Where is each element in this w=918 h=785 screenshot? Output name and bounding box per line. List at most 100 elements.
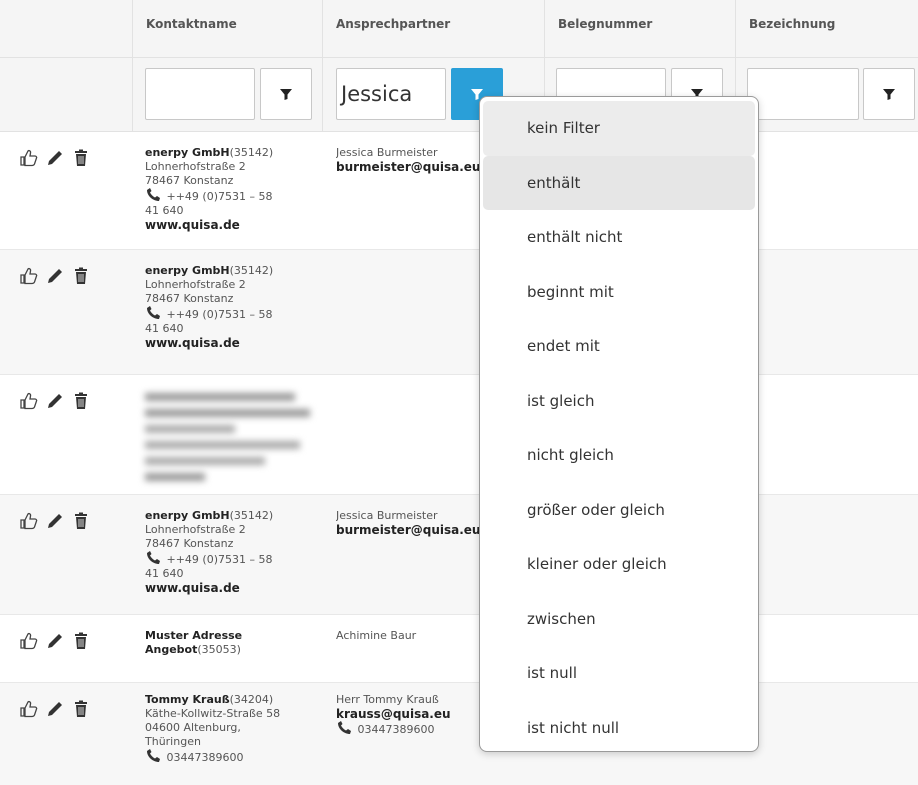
company-name[interactable]: enerpy GmbH (145, 264, 230, 277)
phone-number-cont: 41 640 (145, 322, 184, 335)
city: 78467 Konstanz (145, 292, 234, 305)
contact-cell: Muster Adresse Angebot(35053) (145, 629, 315, 657)
grid-header: Kontaktname Ansprechpartner Belegnummer … (0, 0, 918, 58)
filter-input-ansprechpartner[interactable]: Jessica (336, 68, 446, 120)
column-header-kontaktname[interactable]: Kontaktname (132, 0, 322, 58)
table-row: enerpy GmbH(35142) Lohnerhofstraße 2 784… (0, 132, 918, 250)
row-actions (19, 511, 91, 531)
pencil-icon[interactable] (45, 391, 65, 411)
email-link[interactable]: krauss@quisa.eu (336, 707, 486, 721)
region: Thüringen (145, 735, 201, 748)
pencil-icon[interactable] (45, 631, 65, 651)
email-link[interactable]: burmeister@quisa.eu (336, 523, 486, 537)
menu-item-kein-filter[interactable]: kein Filter (483, 101, 755, 156)
company-name[interactable]: enerpy GmbH (145, 146, 230, 159)
filter-button-kontaktname[interactable] (260, 68, 312, 120)
trash-icon[interactable] (71, 391, 91, 411)
row-actions (19, 391, 91, 411)
funnel-icon (883, 89, 895, 100)
contact-cell: enerpy GmbH(35142) Lohnerhofstraße 2 784… (145, 509, 315, 595)
city: 78467 Konstanz (145, 537, 234, 550)
blurred-contact-cell (145, 389, 315, 488)
contact-person: Jessica Burmeister (336, 509, 438, 522)
thumbs-up-icon[interactable] (19, 148, 39, 168)
trash-icon[interactable] (71, 266, 91, 286)
menu-item-ist-nicht-null[interactable]: ist nicht null (483, 701, 755, 756)
column-header-belegnummer[interactable]: Belegnummer (544, 0, 735, 58)
thumbs-up-icon[interactable] (19, 631, 39, 651)
pencil-icon[interactable] (45, 511, 65, 531)
trash-icon[interactable] (71, 511, 91, 531)
phone-number[interactable]: 03447389600 (358, 723, 435, 736)
menu-item-endet-mit[interactable]: endet mit (483, 319, 755, 374)
contact-person-cell: Jessica Burmeister burmeister@quisa.eu (336, 146, 486, 174)
filter-button-bezeichnung[interactable] (863, 68, 915, 120)
menu-item-nicht-gleich[interactable]: nicht gleich (483, 428, 755, 483)
phone-number[interactable]: ++49 (0)7531 – 58 (167, 308, 273, 321)
trash-icon[interactable] (71, 631, 91, 651)
table-row: enerpy GmbH(35142) Lohnerhofstraße 2 784… (0, 250, 918, 375)
phone-number[interactable]: 03447389600 (167, 751, 244, 764)
menu-item-groesser-oder-gleich[interactable]: größer oder gleich (483, 483, 755, 538)
filter-cell-kontaktname (132, 58, 322, 132)
phone-icon (145, 749, 163, 763)
filter-operator-menu: kein Filter enthält enthält nicht beginn… (479, 96, 759, 752)
company-name[interactable]: Muster Adresse (145, 629, 242, 642)
filter-input-kontaktname[interactable] (145, 68, 255, 120)
company-id: (35142) (229, 509, 274, 522)
filter-input-bezeichnung[interactable] (747, 68, 859, 120)
table-row: Muster Adresse Angebot(35053) Achimine B… (0, 615, 918, 683)
email-link[interactable]: burmeister@quisa.eu (336, 160, 486, 174)
contact-person-cell: Jessica Burmeister burmeister@quisa.eu (336, 509, 486, 537)
city: 04600 Altenburg, (145, 721, 241, 734)
phone-number[interactable]: ++49 (0)7531 – 58 (167, 553, 273, 566)
city: 78467 Konstanz (145, 174, 234, 187)
trash-icon[interactable] (71, 699, 91, 719)
menu-item-enthaelt[interactable]: enthält (483, 155, 755, 210)
phone-number-cont: 41 640 (145, 567, 184, 580)
phone-icon (145, 188, 163, 202)
company-name-cont[interactable]: Angebot (145, 643, 197, 656)
contact-cell: enerpy GmbH(35142) Lohnerhofstraße 2 784… (145, 146, 315, 232)
filter-row: Jessica (0, 58, 918, 132)
pencil-icon[interactable] (45, 266, 65, 286)
thumbs-up-icon[interactable] (19, 511, 39, 531)
pencil-icon[interactable] (45, 148, 65, 168)
phone-number[interactable]: ++49 (0)7531 – 58 (167, 190, 273, 203)
phone-number-cont: 41 640 (145, 204, 184, 217)
website-link[interactable]: www.quisa.de (145, 336, 315, 350)
contact-cell: Tommy Krauß(34204) Käthe-Kollwitz-Straße… (145, 693, 315, 765)
row-actions (19, 631, 91, 651)
menu-item-beginnt-mit[interactable]: beginnt mit (483, 265, 755, 320)
table-row (0, 375, 918, 495)
trash-icon[interactable] (71, 148, 91, 168)
menu-item-ist-gleich[interactable]: ist gleich (483, 374, 755, 429)
menu-item-zwischen[interactable]: zwischen (483, 592, 755, 647)
thumbs-up-icon[interactable] (19, 266, 39, 286)
column-header-bezeichnung[interactable]: Bezeichnung (735, 0, 918, 58)
street: Käthe-Kollwitz-Straße 58 (145, 707, 281, 720)
pencil-icon[interactable] (45, 699, 65, 719)
contact-person: Herr Tommy Krauß (336, 693, 439, 706)
thumbs-up-icon[interactable] (19, 391, 39, 411)
street: Lohnerhofstraße 2 (145, 523, 246, 536)
table-row: Tommy Krauß(34204) Käthe-Kollwitz-Straße… (0, 683, 918, 785)
menu-item-ist-null[interactable]: ist null (483, 646, 755, 701)
contact-person: Achimine Baur (336, 629, 417, 642)
company-id: (34204) (229, 693, 274, 706)
website-link[interactable]: www.quisa.de (145, 218, 315, 232)
website-link[interactable]: www.quisa.de (145, 581, 315, 595)
contact-person-cell: Herr Tommy Krauß krauss@quisa.eu 0344738… (336, 693, 486, 737)
filter-cell-bezeichnung (735, 58, 918, 132)
thumbs-up-icon[interactable] (19, 699, 39, 719)
company-name[interactable]: Tommy Krauß (145, 693, 230, 706)
company-name[interactable]: enerpy GmbH (145, 509, 230, 522)
menu-item-enthaelt-nicht[interactable]: enthält nicht (483, 210, 755, 265)
table-row: enerpy GmbH(35142) Lohnerhofstraße 2 784… (0, 495, 918, 615)
contact-person: Jessica Burmeister (336, 146, 438, 159)
row-actions (19, 266, 91, 286)
street: Lohnerhofstraße 2 (145, 278, 246, 291)
menu-item-kleiner-oder-gleich[interactable]: kleiner oder gleich (483, 537, 755, 592)
column-header-ansprechpartner[interactable]: Ansprechpartner (322, 0, 544, 58)
phone-icon (145, 306, 163, 320)
